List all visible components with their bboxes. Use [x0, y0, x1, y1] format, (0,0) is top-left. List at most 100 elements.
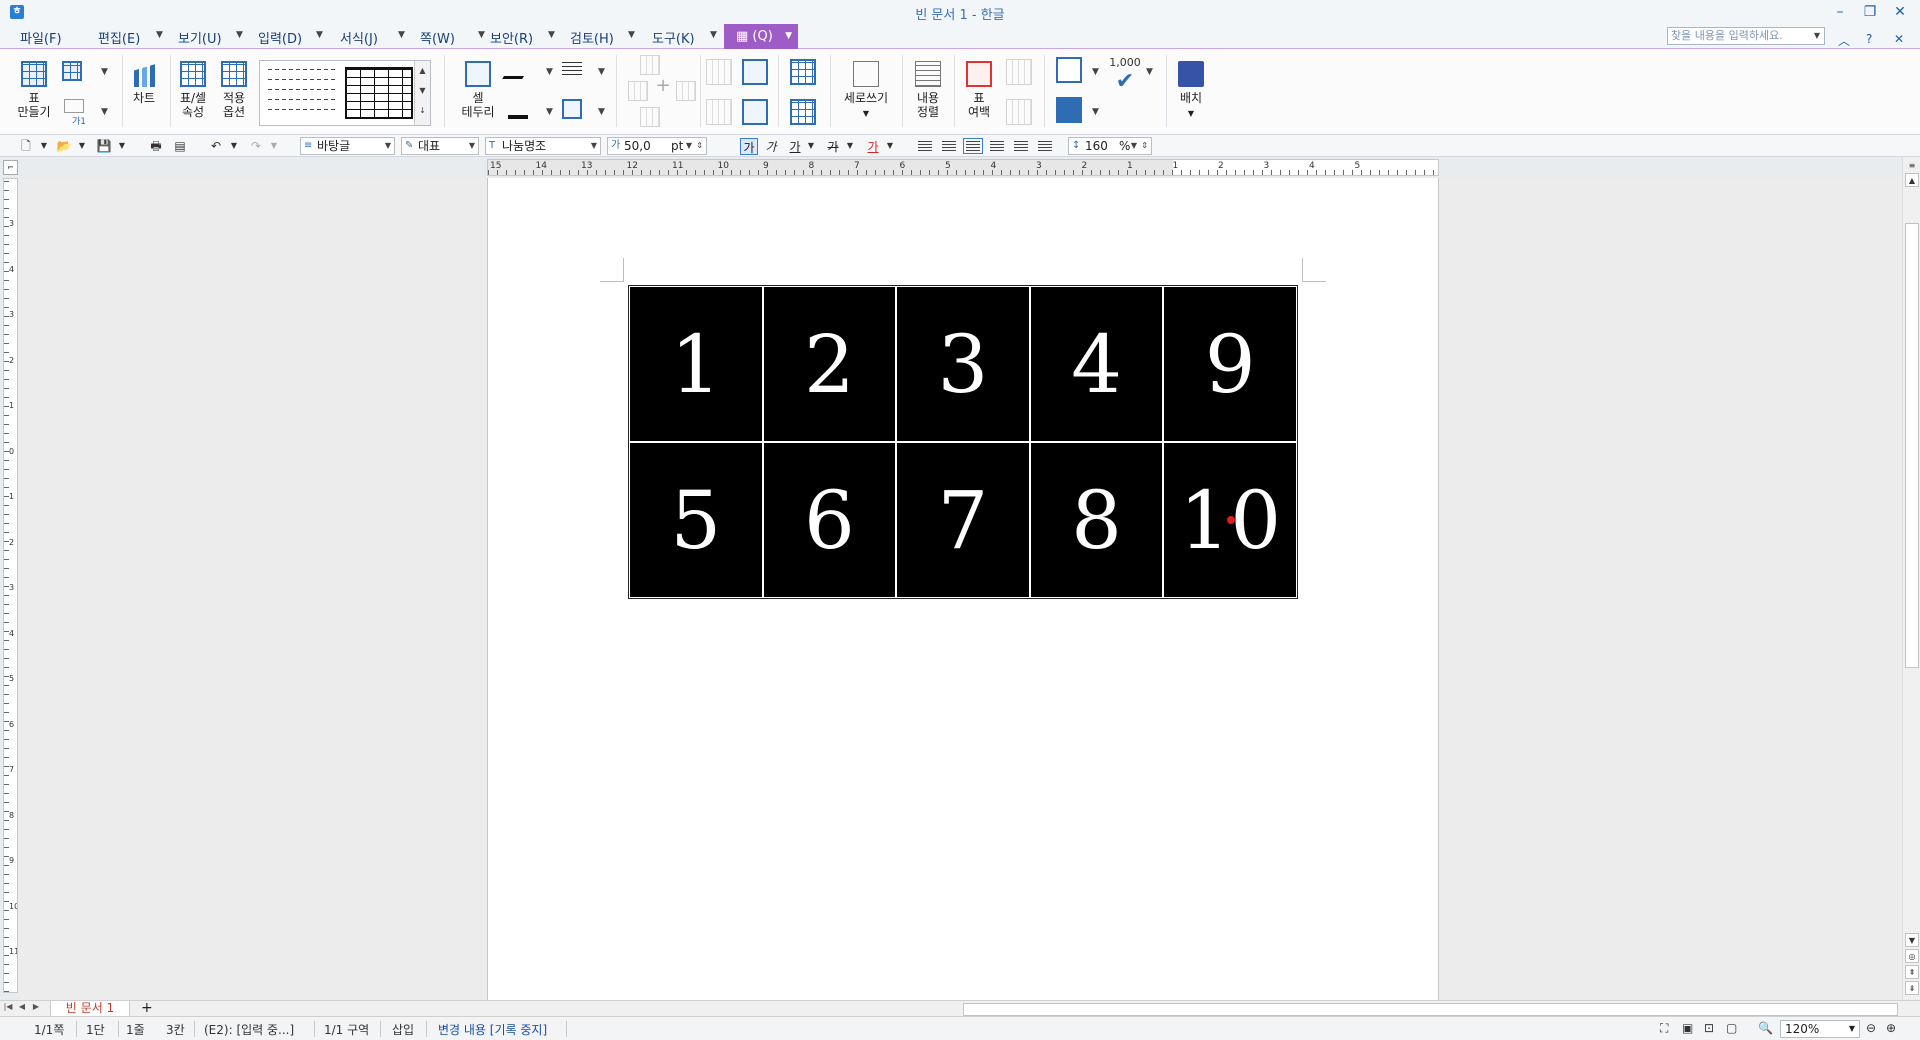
- chevron-down-icon[interactable]: ▼: [316, 30, 323, 40]
- table-cell[interactable]: 8: [1030, 443, 1163, 597]
- page-view-icon[interactable]: ▣: [1682, 1021, 1693, 1035]
- chevron-down-icon[interactable]: ▼: [628, 30, 635, 40]
- formula-button[interactable]: [1056, 97, 1084, 123]
- font-size-field[interactable]: 가 50,0 pt ▼ ⇕: [607, 137, 707, 155]
- thousands-separator-button[interactable]: 1,000 ✔: [1108, 55, 1142, 94]
- table-context-tab[interactable]: ▦ (Q) ▼: [724, 24, 798, 49]
- chevron-down-icon[interactable]: ▼: [398, 30, 405, 40]
- print-icon[interactable]: 🖶: [148, 138, 164, 154]
- table-style-gallery[interactable]: ▲ ▼ ↓: [259, 60, 431, 126]
- collapse-ribbon-icon[interactable]: ︿: [1838, 32, 1850, 49]
- stepper-icon[interactable]: ⇕: [1141, 138, 1148, 154]
- chevron-down-icon[interactable]: ▼: [598, 107, 605, 117]
- ruler-corner-button[interactable]: ⌐: [3, 160, 18, 175]
- menu-item[interactable]: 입력(D): [258, 28, 302, 47]
- chevron-down-icon[interactable]: ▼: [236, 30, 243, 40]
- vertical-writing-button[interactable]: 세로쓰기 ▼: [838, 61, 894, 121]
- close-doc-icon[interactable]: ✕: [1894, 32, 1904, 46]
- menu-item[interactable]: 쪽(W): [420, 28, 455, 47]
- menu-item[interactable]: 보기(U): [178, 28, 222, 47]
- fit-page-icon[interactable]: ⛶: [1660, 1021, 1668, 1036]
- zoom-icon[interactable]: 🔍: [1758, 1021, 1773, 1035]
- close-button[interactable]: ✕: [1885, 2, 1915, 22]
- page-select-icon[interactable]: ◎: [1905, 949, 1919, 963]
- chevron-down-icon[interactable]: ▼: [1092, 107, 1099, 117]
- new-document-icon[interactable]: 🗋: [18, 138, 34, 154]
- line-color-button[interactable]: [502, 59, 538, 79]
- table-style-dashed[interactable]: [268, 67, 336, 119]
- fill-color-button[interactable]: [508, 99, 538, 119]
- table-cell[interactable]: 3: [897, 287, 1029, 441]
- table-cell[interactable]: 7: [897, 443, 1029, 597]
- chevron-down-icon[interactable]: ▼: [710, 30, 717, 40]
- chevron-down-icon[interactable]: ▼: [114, 138, 130, 154]
- align-center-icon[interactable]: [963, 138, 983, 154]
- split-cell-button[interactable]: [742, 59, 770, 85]
- caption-button[interactable]: 가1: [64, 99, 94, 129]
- font-select[interactable]: T 나눔명조 ▼: [485, 137, 601, 155]
- status-track-changes[interactable]: 변경 내용 [기록 중지]: [438, 1021, 547, 1038]
- apply-options-button[interactable]: 적용 옵션: [216, 61, 252, 119]
- content-align-button[interactable]: 내용 정렬: [910, 61, 946, 119]
- prev-tab-icon[interactable]: ◀: [16, 1002, 28, 1015]
- menu-item[interactable]: 보안(R): [490, 28, 533, 47]
- merge-cell-button[interactable]: [742, 99, 770, 125]
- cell-join-button[interactable]: [790, 99, 818, 125]
- save-icon[interactable]: 💾: [96, 138, 112, 154]
- italic-button[interactable]: 가: [762, 138, 780, 155]
- minimize-button[interactable]: –: [1825, 2, 1855, 22]
- chevron-down-icon[interactable]: ▼: [156, 30, 163, 40]
- table-cell[interactable]: 9: [1164, 287, 1296, 441]
- underline-button[interactable]: 가: [786, 138, 804, 155]
- chevron-down-icon[interactable]: ▼: [882, 138, 898, 154]
- align-left-icon[interactable]: [942, 141, 956, 151]
- menu-item[interactable]: 파일(F): [20, 28, 62, 47]
- number-table[interactable]: 1 2 3 4 9 5 6 7 8 10: [628, 285, 1298, 599]
- prev-page-icon[interactable]: ⇞: [1905, 965, 1919, 979]
- cell-divide-button[interactable]: [790, 59, 818, 85]
- table-cell[interactable]: 6: [763, 443, 896, 597]
- table-style-grid[interactable]: [345, 67, 413, 119]
- horizontal-scrollbar[interactable]: [963, 1003, 1898, 1016]
- vertical-scrollbar[interactable]: ≡ ▲ ▼ ◎ ⇞ ⇟: [1902, 157, 1920, 1000]
- status-page[interactable]: 1/1쪽: [34, 1021, 64, 1038]
- next-tab-icon[interactable]: ▶: [30, 1002, 42, 1015]
- table-cell[interactable]: 4: [1030, 287, 1163, 441]
- menu-item[interactable]: 도구(K): [652, 28, 695, 47]
- divide-align-icon[interactable]: [1038, 141, 1052, 151]
- next-page-icon[interactable]: ⇟: [1905, 981, 1919, 995]
- chevron-down-icon[interactable]: ▼: [1146, 67, 1153, 77]
- chevron-down-icon[interactable]: ▼: [36, 138, 52, 154]
- menu-item[interactable]: 편집(E): [98, 28, 140, 47]
- menu-item[interactable]: 검토(H): [570, 28, 614, 47]
- status-insert-mode[interactable]: 삽입: [392, 1021, 414, 1038]
- font-color-button[interactable]: 가: [864, 138, 882, 155]
- distribute-icon[interactable]: [1014, 141, 1028, 151]
- justify-icon[interactable]: [918, 141, 932, 151]
- line-spacing-field[interactable]: ↕ 160 % ▼ ⇕: [1068, 137, 1152, 155]
- scroll-down-icon[interactable]: ▼: [1905, 933, 1919, 947]
- search-input[interactable]: 찾을 내용을 입력하세요. ▼: [1667, 27, 1825, 45]
- table-edit-button[interactable]: [62, 61, 96, 81]
- table-margin-button[interactable]: 표 여백: [962, 61, 996, 119]
- table-cell[interactable]: 5: [630, 443, 762, 597]
- cell-border-button[interactable]: 셀 테두리: [458, 61, 498, 119]
- zoom-select[interactable]: 120% ▼: [1780, 1020, 1860, 1038]
- chevron-down-icon[interactable]: ▼: [1092, 67, 1099, 77]
- scroll-up-icon[interactable]: ▲: [1905, 173, 1919, 187]
- help-icon[interactable]: ?: [1866, 32, 1872, 46]
- language-select[interactable]: ✎ 대표 ▼: [401, 137, 479, 155]
- gallery-scroll[interactable]: ▲ ▼ ↓: [414, 61, 430, 125]
- zoom-in-icon[interactable]: ⊕: [1886, 1021, 1896, 1035]
- scroll-thumb[interactable]: [1905, 223, 1919, 668]
- chevron-down-icon[interactable]: ▼: [598, 67, 605, 77]
- chevron-down-icon[interactable]: ▼: [74, 138, 90, 154]
- chevron-down-icon[interactable]: ▼: [101, 107, 108, 117]
- chevron-down-icon[interactable]: ▼: [548, 30, 555, 40]
- first-tab-icon[interactable]: |◀: [2, 1002, 14, 1015]
- width-view-icon[interactable]: ⊡: [1704, 1021, 1714, 1035]
- zoom-out-icon[interactable]: ⊖: [1866, 1021, 1876, 1035]
- cell-shade-button[interactable]: [562, 99, 592, 119]
- chevron-down-icon[interactable]: ▼: [101, 67, 108, 77]
- stepper-icon[interactable]: ⇕: [696, 138, 703, 154]
